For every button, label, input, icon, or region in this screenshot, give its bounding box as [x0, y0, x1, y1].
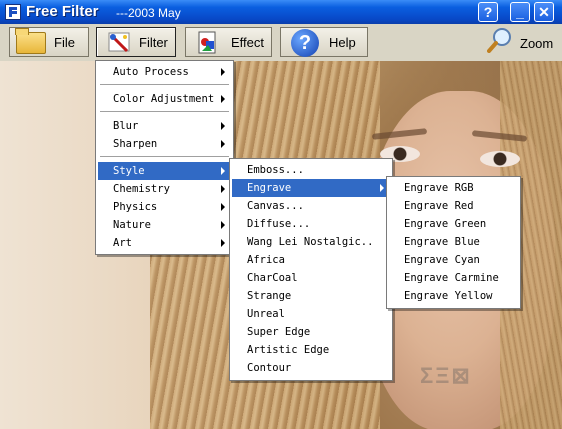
menu-item-nature[interactable]: Nature	[98, 216, 231, 234]
menu-item-engrave-carmine[interactable]: Engrave Carmine	[389, 269, 518, 287]
menu-item-label: Chemistry	[113, 183, 170, 195]
filter-button-label: Filter	[139, 35, 168, 50]
submenu-arrow-icon	[221, 221, 225, 229]
minimize-button[interactable]: _	[510, 2, 530, 22]
menu-item-label: Blur	[113, 120, 139, 132]
menu-item-sharpen[interactable]: Sharpen	[98, 135, 231, 153]
menu-item-africa[interactable]: Africa	[232, 251, 390, 269]
filter-button[interactable]: Filter	[96, 27, 176, 57]
menu-item-label: Emboss...	[247, 164, 304, 176]
menu-item-chemistry[interactable]: Chemistry	[98, 180, 231, 198]
engrave-submenu: Engrave RGB Engrave Red Engrave Green En…	[386, 176, 521, 309]
menu-item-style[interactable]: Style	[98, 162, 231, 180]
menu-item-label: Artistic Edge	[247, 344, 330, 356]
title-bar: Free Filter ---2003 May ? _ ✕	[0, 0, 562, 24]
menu-item-canvas[interactable]: Canvas...	[232, 197, 390, 215]
menu-item-contour[interactable]: Contour	[232, 359, 390, 377]
menu-separator	[100, 111, 229, 113]
menu-item-label: Africa	[247, 254, 285, 266]
menu-item-engrave-rgb[interactable]: Engrave RGB	[389, 179, 518, 197]
zoom-button[interactable]: Zoom	[483, 24, 562, 61]
menu-separator	[100, 84, 229, 86]
magic-wand-icon	[108, 32, 130, 53]
menu-item-label: Strange	[247, 290, 292, 302]
menu-item-label: Physics	[113, 201, 158, 213]
file-button[interactable]: File	[9, 27, 89, 57]
menu-item-emboss[interactable]: Emboss...	[232, 161, 390, 179]
filter-menu: Auto Process Color Adjustment Blur Sharp…	[95, 60, 234, 255]
window-title: Free Filter	[26, 3, 99, 20]
watermark-logo: ΣΞ⊠	[420, 363, 472, 388]
folder-icon	[15, 28, 46, 54]
menu-item-label: Sharpen	[113, 138, 158, 150]
file-button-label: File	[54, 35, 75, 50]
submenu-arrow-icon	[221, 203, 225, 211]
menu-item-label: Engrave Green	[404, 218, 487, 230]
menu-item-engrave[interactable]: Engrave	[232, 179, 390, 197]
effect-button[interactable]: Effect	[185, 27, 272, 57]
menu-item-blur[interactable]: Blur	[98, 117, 231, 135]
menu-item-label: Contour	[247, 362, 292, 374]
window-subtitle: ---2003 May	[116, 6, 181, 20]
menu-item-label: Engrave Cyan	[404, 254, 480, 266]
menu-item-label: Canvas...	[247, 200, 304, 212]
menu-item-charcoal[interactable]: CharCoal	[232, 269, 390, 287]
menu-item-label: Engrave Red	[404, 200, 474, 212]
zoom-label: Zoom	[520, 36, 554, 51]
effect-button-label: Effect	[231, 35, 265, 50]
menu-item-label: Art	[113, 237, 132, 249]
menu-item-engrave-red[interactable]: Engrave Red	[389, 197, 518, 215]
menu-item-label: Engrave	[247, 182, 292, 194]
submenu-arrow-icon	[221, 185, 225, 193]
menu-item-auto-process[interactable]: Auto Process	[98, 63, 231, 81]
menu-separator	[100, 156, 229, 158]
submenu-arrow-icon	[221, 167, 225, 175]
menu-item-label: Super Edge	[247, 326, 311, 338]
menu-item-engrave-blue[interactable]: Engrave Blue	[389, 233, 518, 251]
close-button[interactable]: ✕	[534, 2, 554, 22]
submenu-arrow-icon	[380, 184, 384, 192]
toolbar: File Filter Effect ? Help	[0, 24, 562, 62]
menu-item-label: Engrave Blue	[404, 236, 480, 248]
menu-item-label: Style	[113, 165, 145, 177]
menu-item-label: CharCoal	[247, 272, 298, 284]
menu-item-wang-lei-nostalgic[interactable]: Wang Lei Nostalgic..	[232, 233, 390, 251]
submenu-arrow-icon	[221, 140, 225, 148]
submenu-arrow-icon	[221, 239, 225, 247]
help-button-label: Help	[329, 35, 356, 50]
menu-item-engrave-yellow[interactable]: Engrave Yellow	[389, 287, 518, 305]
menu-item-label: Diffuse...	[247, 218, 311, 230]
menu-item-physics[interactable]: Physics	[98, 198, 231, 216]
menu-item-label: Engrave Carmine	[404, 272, 499, 284]
menu-item-label: Auto Process	[113, 66, 189, 78]
app-icon[interactable]	[5, 4, 21, 20]
menu-item-artistic-edge[interactable]: Artistic Edge	[232, 341, 390, 359]
menu-item-art[interactable]: Art	[98, 234, 231, 252]
submenu-arrow-icon	[221, 68, 225, 76]
menu-item-label: Unreal	[247, 308, 285, 320]
menu-item-super-edge[interactable]: Super Edge	[232, 323, 390, 341]
menu-item-unreal[interactable]: Unreal	[232, 305, 390, 323]
menu-item-label: Nature	[113, 219, 151, 231]
menu-item-color-adjustment[interactable]: Color Adjustment	[98, 90, 231, 108]
menu-item-diffuse[interactable]: Diffuse...	[232, 215, 390, 233]
menu-item-label: Color Adjustment	[113, 93, 215, 105]
menu-item-label: Engrave Yellow	[404, 290, 493, 302]
help-icon: ?	[291, 29, 319, 57]
style-submenu: Emboss... Engrave Canvas... Diffuse... W…	[229, 158, 393, 381]
menu-item-label: Engrave RGB	[404, 182, 474, 194]
menu-item-strange[interactable]: Strange	[232, 287, 390, 305]
photo-eye	[480, 151, 520, 167]
menu-item-engrave-cyan[interactable]: Engrave Cyan	[389, 251, 518, 269]
help-window-button[interactable]: ?	[478, 2, 498, 22]
menu-item-label: Wang Lei Nostalgic..	[247, 236, 374, 248]
help-button[interactable]: ? Help	[280, 27, 368, 57]
submenu-arrow-icon	[221, 95, 225, 103]
submenu-arrow-icon	[221, 122, 225, 130]
menu-item-engrave-green[interactable]: Engrave Green	[389, 215, 518, 233]
magnifier-icon	[487, 28, 511, 53]
effect-icon	[198, 31, 216, 54]
